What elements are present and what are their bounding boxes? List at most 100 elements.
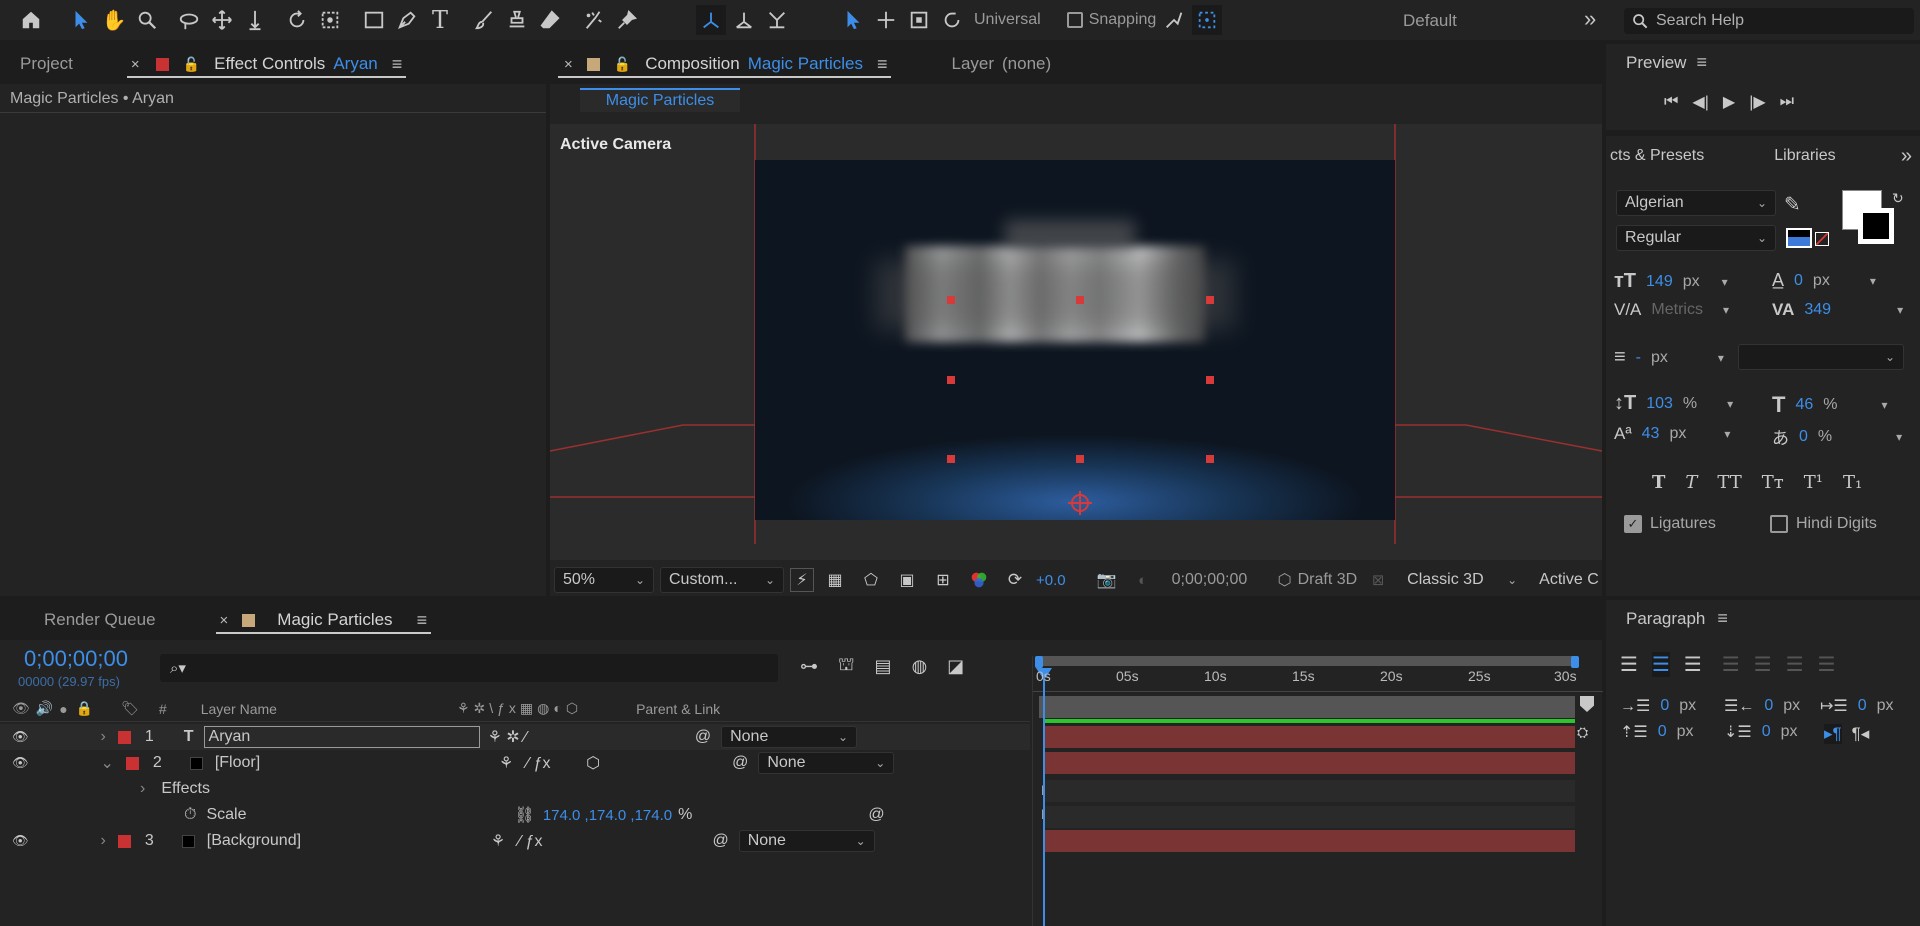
show-snapshot-icon[interactable]: ◐: [1128, 565, 1158, 595]
indent-first-control[interactable]: ↦☰ 0 px: [1820, 696, 1894, 716]
draft-3d-toggle[interactable]: ⬡ Draft 3D: [1278, 570, 1358, 590]
layer-duration-bar[interactable]: [1043, 752, 1575, 774]
snapping-grid-icon[interactable]: [1192, 5, 1223, 35]
faux-bold-button[interactable]: T: [1652, 472, 1665, 493]
bounding-handle[interactable]: [1206, 455, 1214, 463]
align-left-icon[interactable]: ☰: [1620, 652, 1638, 677]
faux-italic-button[interactable]: T: [1685, 472, 1697, 493]
tsume-control[interactable]: あ 0 % ▾: [1772, 424, 1902, 449]
subscript-button[interactable]: T₁: [1843, 472, 1862, 493]
composition-flowchart-icon[interactable]: ⊶: [800, 656, 818, 677]
composition-viewer[interactable]: Active Camera: [550, 124, 1602, 560]
close-icon[interactable]: ×: [564, 56, 573, 73]
small-caps-button[interactable]: Tт: [1762, 472, 1784, 493]
workspace-name[interactable]: Default: [1403, 11, 1457, 31]
font-size-control[interactable]: тT 149 px ▾: [1614, 270, 1728, 293]
scale-value[interactable]: 174.0 ,174.0 ,174.0: [543, 807, 672, 824]
layer-label-color[interactable]: [125, 756, 139, 770]
pick-whip-icon[interactable]: @: [732, 754, 748, 772]
first-frame-icon[interactable]: ⏮: [1664, 93, 1678, 111]
hide-shy-layers-icon[interactable]: ▤: [875, 656, 892, 677]
renderer-dropdown[interactable]: Classic 3D ⌄: [1399, 567, 1525, 593]
expand-chevron-icon[interactable]: ›: [101, 832, 106, 850]
preview-tab[interactable]: Preview ≡: [1626, 52, 1707, 73]
selection-tool-icon[interactable]: [66, 5, 96, 35]
type-tool-icon[interactable]: T: [425, 5, 455, 35]
table-row[interactable]: 👁 › 1 T Aryan ⚘ ✲ ⁄ @ None ⌄: [0, 724, 1030, 750]
color-management-icon[interactable]: ⟳: [1000, 565, 1030, 595]
eyedropper-icon[interactable]: ✎: [1784, 192, 1801, 217]
motion-blur-icon[interactable]: ◪: [947, 656, 964, 677]
tracking-control[interactable]: VA 349 ▾: [1772, 300, 1903, 320]
pen-tool-icon[interactable]: [392, 5, 422, 35]
timeline-tracks[interactable]: I I: [1032, 656, 1603, 926]
play-icon[interactable]: ▶: [1723, 92, 1735, 112]
next-frame-icon[interactable]: |▶: [1749, 92, 1765, 112]
mask-visibility-icon[interactable]: ⬠: [856, 565, 886, 595]
prev-frame-icon[interactable]: ◀|: [1692, 92, 1708, 112]
gizmo-select-icon[interactable]: [838, 5, 868, 35]
ltr-direction-icon[interactable]: ▸¶: [1824, 724, 1842, 744]
snapshot-camera-icon[interactable]: 📷: [1092, 565, 1122, 595]
transparency-grid-icon[interactable]: ▦: [820, 565, 850, 595]
no-stroke-icon[interactable]: [1815, 232, 1829, 246]
bounding-handle[interactable]: [1076, 296, 1084, 304]
search-help-box[interactable]: Search Help: [1624, 8, 1914, 34]
space-before-control[interactable]: ⇡☰ 0 px: [1620, 722, 1694, 742]
timeline-current-time[interactable]: 0;00;00;00: [24, 646, 128, 672]
stroke-color-swatch[interactable]: [1858, 208, 1894, 244]
snapping-checkbox[interactable]: Snapping: [1066, 11, 1156, 29]
draft-3d-icon[interactable]: ⛫: [838, 654, 855, 678]
layer-label-color[interactable]: [117, 834, 131, 848]
local-axis-mode-icon[interactable]: [696, 5, 726, 35]
all-caps-button[interactable]: TT: [1717, 472, 1741, 493]
brush-tool-icon[interactable]: [469, 5, 499, 35]
ligatures-checkbox[interactable]: ✓ Ligatures: [1624, 515, 1716, 533]
space-after-control[interactable]: ⇣☰ 0 px: [1724, 722, 1798, 742]
rectangle-tool-icon[interactable]: [359, 5, 389, 35]
layer-switches[interactable]: ⚘ ⁄ ƒx ⬡: [499, 753, 600, 773]
hindi-digits-checkbox[interactable]: Hindi Digits: [1770, 515, 1877, 533]
view-axis-mode-icon[interactable]: [762, 5, 792, 35]
rotate-tool-icon[interactable]: [282, 5, 312, 35]
align-right-icon[interactable]: ☰: [1684, 652, 1702, 677]
stroke-style-dropdown[interactable]: ⌄: [1738, 344, 1904, 370]
kerning-control[interactable]: V/A Metrics ▾: [1614, 300, 1729, 320]
close-icon[interactable]: ×: [220, 612, 229, 629]
home-icon[interactable]: [16, 5, 46, 35]
pan-tool-icon[interactable]: [207, 5, 237, 35]
tab-composition[interactable]: × 🔓 Composition Magic Particles ≡: [550, 44, 899, 84]
parent-dropdown[interactable]: None ⌄: [738, 830, 875, 852]
clone-stamp-tool-icon[interactable]: [502, 5, 532, 35]
work-area-end[interactable]: [1571, 656, 1579, 668]
stopwatch-icon[interactable]: ⏱: [184, 806, 196, 824]
justify-last-center-icon[interactable]: ☰: [1754, 652, 1772, 677]
eraser-tool-icon[interactable]: [535, 5, 565, 35]
table-row[interactable]: 👁 › 3 [Background] ⚘ ⁄ ƒx @ None ⌄: [0, 828, 1030, 854]
stroke-width-control[interactable]: ≡ - px ▾: [1614, 346, 1724, 369]
layer-duration-bar[interactable]: [1043, 726, 1575, 748]
eye-icon[interactable]: 👁: [12, 729, 29, 745]
expand-chevron-icon[interactable]: ›: [101, 728, 106, 746]
tab-timeline-comp[interactable]: × Magic Particles ≡: [208, 600, 440, 640]
tab-layer[interactable]: Layer (none): [939, 44, 1063, 84]
gizmo-scale-icon[interactable]: [904, 5, 934, 35]
paragraph-tab[interactable]: Paragraph ≡: [1626, 608, 1728, 629]
parent-dropdown[interactable]: None ⌄: [758, 752, 895, 774]
close-icon[interactable]: ×: [131, 56, 140, 73]
timeline-search[interactable]: ⌕▾: [160, 654, 778, 682]
layer-name[interactable]: [Background]: [207, 832, 483, 850]
last-frame-icon[interactable]: ⏭: [1780, 93, 1794, 111]
hand-tool-icon[interactable]: ✋: [99, 5, 129, 35]
layer-switches[interactable]: ⚘ ✲ ⁄: [488, 727, 527, 747]
vertical-scale-control[interactable]: ↕T 103 % ▾: [1614, 392, 1733, 415]
comp-button-icon[interactable]: ⛭: [1577, 724, 1588, 741]
3d-view-dropdown[interactable]: Active C: [1531, 567, 1601, 593]
indent-left-control[interactable]: →☰ 0 px: [1620, 696, 1696, 716]
workspace-overflow-icon[interactable]: »: [1584, 6, 1596, 32]
pick-whip-icon[interactable]: @: [868, 806, 884, 824]
exposure-value[interactable]: +0.0: [1036, 572, 1066, 589]
bounding-handle[interactable]: [1206, 376, 1214, 384]
viewer-timecode[interactable]: 0;00;00;00: [1164, 567, 1268, 593]
expand-chevron-icon[interactable]: ⌄: [101, 753, 114, 773]
